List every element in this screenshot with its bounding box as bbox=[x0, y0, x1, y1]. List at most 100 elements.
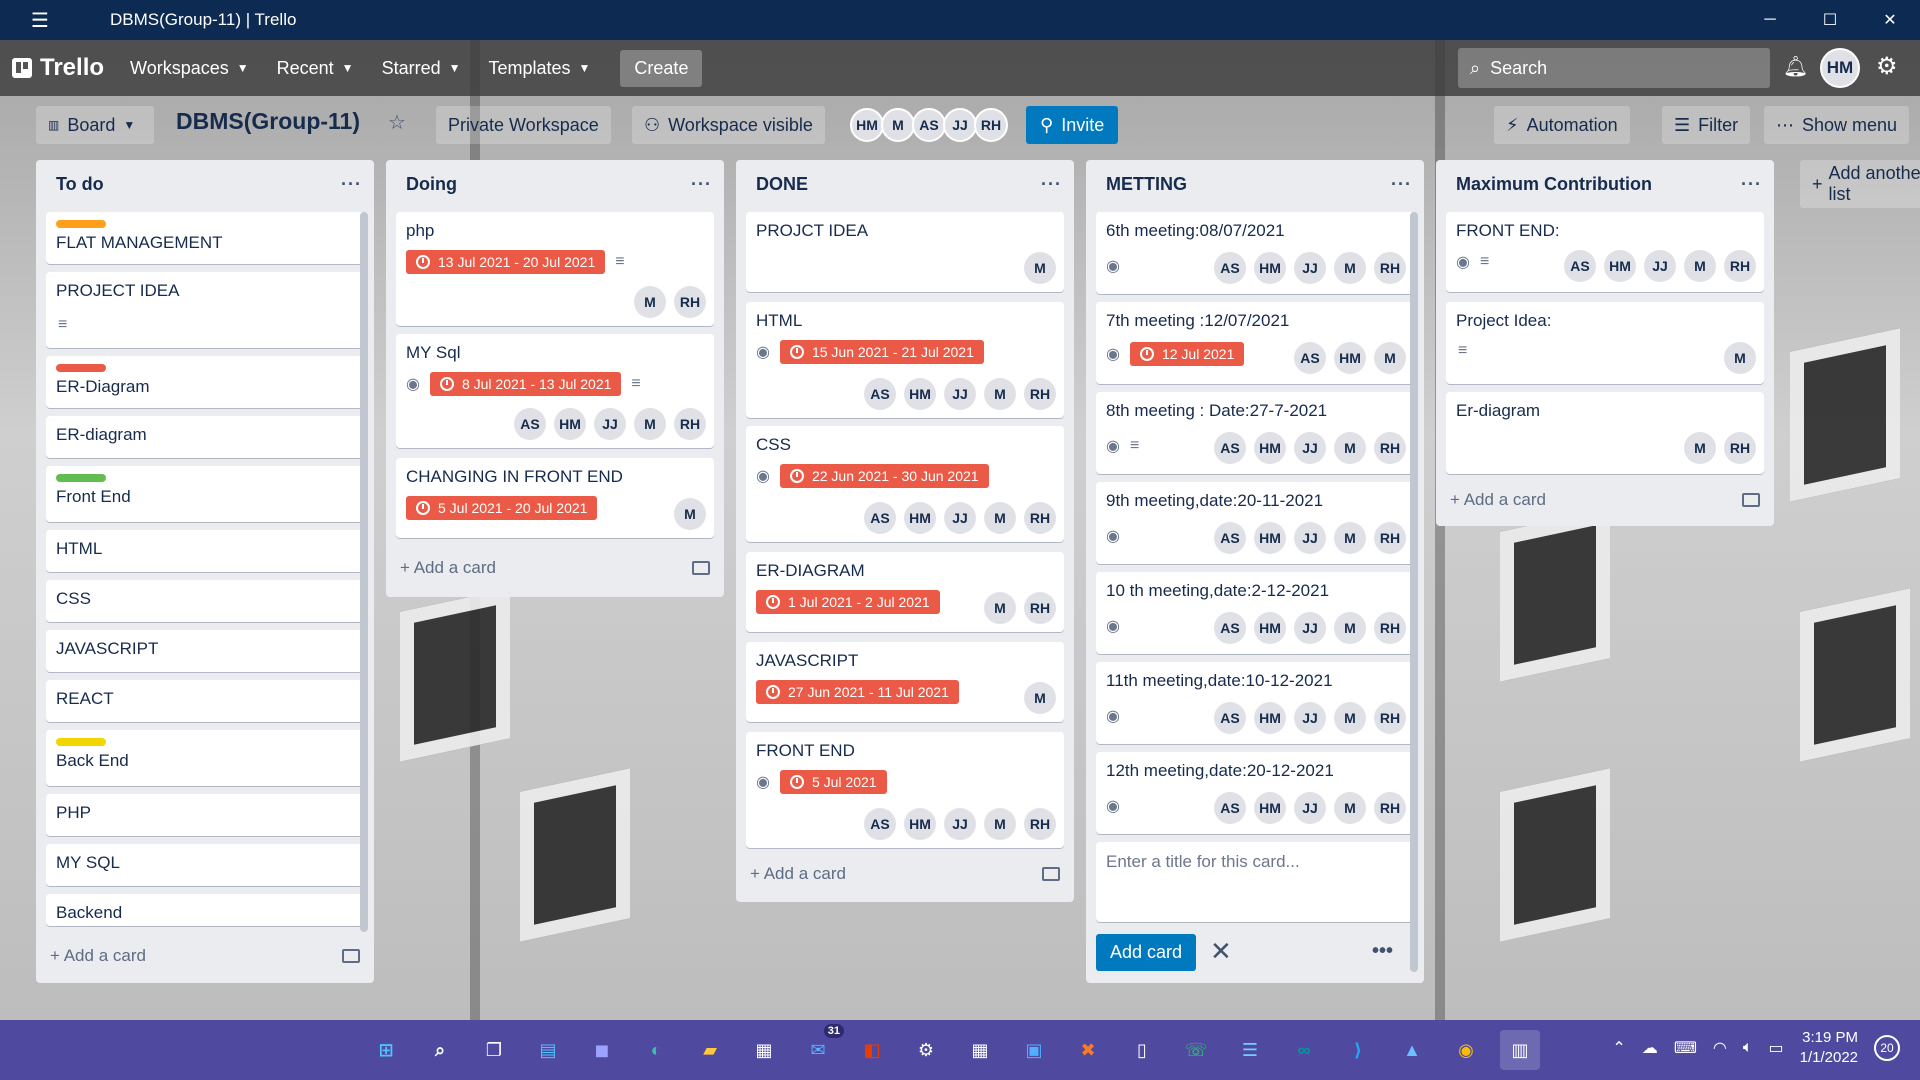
card[interactable]: PHP bbox=[46, 794, 364, 836]
member-avatar[interactable]: JJ bbox=[943, 108, 977, 142]
member-avatar[interactable]: AS bbox=[864, 378, 896, 410]
widgets-icon[interactable]: ▤ bbox=[528, 1030, 568, 1070]
member-avatar[interactable]: M bbox=[1334, 252, 1366, 284]
add-card-button[interactable]: + Add a card bbox=[750, 856, 1060, 892]
member-avatar[interactable]: AS bbox=[864, 808, 896, 840]
card[interactable]: Backend bbox=[46, 894, 364, 926]
chevron-up-icon[interactable]: ⌃ bbox=[1612, 1038, 1625, 1058]
settings-gear-icon[interactable]: ⚙ bbox=[906, 1030, 946, 1070]
card-template-icon[interactable] bbox=[342, 949, 360, 963]
member-avatar[interactable]: JJ bbox=[944, 502, 976, 534]
member-avatar[interactable]: M bbox=[1684, 250, 1716, 282]
document-icon[interactable]: ▯ bbox=[1122, 1030, 1162, 1070]
card[interactable]: HTML bbox=[46, 530, 364, 572]
list-header[interactable]: DONE ··· bbox=[736, 160, 1074, 208]
member-avatar[interactable]: M bbox=[1684, 432, 1716, 464]
board-title[interactable]: DBMS(Group-11) bbox=[176, 108, 360, 135]
member-avatar[interactable]: M bbox=[984, 808, 1016, 840]
nav-recent[interactable]: Recent ▼ bbox=[277, 58, 354, 79]
system-clock[interactable]: 3:19 PM 1/1/2022 bbox=[1800, 1028, 1858, 1068]
edge-browser-icon[interactable]: ◐ bbox=[636, 1030, 676, 1070]
member-avatar[interactable]: RH bbox=[1374, 432, 1406, 464]
member-avatar[interactable]: AS bbox=[1214, 792, 1246, 824]
member-avatar[interactable]: RH bbox=[674, 286, 706, 318]
member-avatar[interactable]: HM bbox=[1254, 702, 1286, 734]
member-avatar[interactable]: RH bbox=[674, 408, 706, 440]
minimize-button[interactable]: ─ bbox=[1740, 0, 1800, 40]
member-avatar[interactable]: RH bbox=[1024, 592, 1056, 624]
member-avatar[interactable]: M bbox=[1334, 522, 1366, 554]
nav-templates[interactable]: Templates ▼ bbox=[488, 58, 590, 79]
list-scrollbar[interactable] bbox=[360, 212, 368, 932]
board-view-switcher[interactable]: ▥ Board ▼ bbox=[36, 106, 154, 144]
member-avatar[interactable]: AS bbox=[1564, 250, 1596, 282]
trello-logo[interactable]: Trello bbox=[12, 54, 104, 82]
image-viewer-icon[interactable]: ▲ bbox=[1392, 1030, 1432, 1070]
card[interactable]: JAVASCRIPT bbox=[46, 630, 364, 672]
member-avatar[interactable]: RH bbox=[1724, 250, 1756, 282]
member-avatar[interactable]: AS bbox=[912, 108, 946, 142]
member-avatar[interactable]: JJ bbox=[1294, 612, 1326, 644]
member-avatar[interactable]: RH bbox=[1374, 702, 1406, 734]
list-header[interactable]: Maximum Contribution ··· bbox=[1436, 160, 1774, 208]
card[interactable]: PROJCT IDEA M bbox=[746, 212, 1064, 292]
member-avatar[interactable]: JJ bbox=[1294, 432, 1326, 464]
start-windows-icon[interactable]: ⊞ bbox=[366, 1030, 406, 1070]
card[interactable]: CHANGING IN FRONT END 5 Jul 2021 - 20 Ju… bbox=[396, 458, 714, 538]
card[interactable]: ER-Diagram bbox=[46, 356, 364, 408]
list-title[interactable]: METTING bbox=[1106, 174, 1187, 195]
card[interactable]: Project Idea: ≡ M bbox=[1446, 302, 1764, 384]
list-header[interactable]: To do ··· bbox=[36, 160, 374, 208]
notepad-icon[interactable]: ☰ bbox=[1230, 1030, 1270, 1070]
notification-count-badge[interactable]: 20 bbox=[1874, 1035, 1900, 1061]
member-avatar[interactable]: JJ bbox=[1294, 792, 1326, 824]
list-scrollbar[interactable] bbox=[1410, 212, 1418, 972]
due-date-badge[interactable]: 22 Jun 2021 - 30 Jun 2021 bbox=[779, 464, 989, 488]
due-date-badge[interactable]: 8 Jul 2021 - 13 Jul 2021 bbox=[429, 372, 622, 396]
card[interactable]: 9th meeting,date:20-11-2021 ◉ AS HM JJ M… bbox=[1096, 482, 1414, 564]
member-avatar[interactable]: M bbox=[1334, 432, 1366, 464]
member-avatar[interactable]: M bbox=[634, 286, 666, 318]
card-label-yellow[interactable] bbox=[56, 738, 106, 746]
card[interactable]: 10 th meeting,date:2-12-2021 ◉ AS HM JJ … bbox=[1096, 572, 1414, 654]
card-label-orange[interactable] bbox=[56, 220, 106, 228]
list-title[interactable]: To do bbox=[56, 174, 104, 195]
volume-icon[interactable]: 🔈︎ bbox=[1743, 1039, 1753, 1057]
list-menu-icon[interactable]: ··· bbox=[691, 174, 712, 195]
card[interactable]: ER-diagram bbox=[46, 416, 364, 458]
member-avatar[interactable]: RH bbox=[1374, 252, 1406, 284]
member-avatar[interactable]: AS bbox=[1214, 522, 1246, 554]
calculator-icon[interactable]: ▦ bbox=[960, 1030, 1000, 1070]
photos-icon[interactable]: ▣ bbox=[1014, 1030, 1054, 1070]
member-avatar[interactable]: AS bbox=[1214, 612, 1246, 644]
member-avatar[interactable]: M bbox=[881, 108, 915, 142]
card-label-red[interactable] bbox=[56, 364, 106, 372]
new-card-title-input[interactable]: Enter a title for this card... bbox=[1096, 842, 1414, 922]
member-avatar[interactable]: RH bbox=[974, 108, 1008, 142]
search-input[interactable]: ⌕ Search bbox=[1458, 48, 1770, 88]
due-date-badge[interactable]: 27 Jun 2021 - 11 Jul 2021 bbox=[756, 680, 959, 704]
member-avatar[interactable]: JJ bbox=[944, 808, 976, 840]
whatsapp-icon[interactable]: ☏ bbox=[1176, 1030, 1216, 1070]
list-title[interactable]: Maximum Contribution bbox=[1456, 174, 1652, 195]
list-header[interactable]: METTING ··· bbox=[1086, 160, 1424, 208]
card-label-green[interactable] bbox=[56, 474, 106, 482]
member-avatar[interactable]: HM bbox=[1334, 342, 1366, 374]
keyboard-icon[interactable]: ⌨ bbox=[1674, 1038, 1697, 1058]
member-avatar[interactable]: HM bbox=[1254, 252, 1286, 284]
card[interactable]: HTML ◉ 15 Jun 2021 - 21 Jul 2021 AS HM J… bbox=[746, 302, 1064, 418]
close-button[interactable]: ✕ bbox=[1860, 0, 1920, 40]
card[interactable]: CSS ◉ 22 Jun 2021 - 30 Jun 2021 AS HM JJ… bbox=[746, 426, 1064, 542]
maximize-button[interactable]: ☐ bbox=[1800, 0, 1860, 40]
list-menu-icon[interactable]: ··· bbox=[1741, 174, 1762, 195]
close-icon[interactable]: ✕ bbox=[1210, 936, 1232, 967]
member-avatar[interactable]: M bbox=[984, 502, 1016, 534]
card[interactable]: CSS bbox=[46, 580, 364, 622]
more-options-icon[interactable]: ••• bbox=[1372, 940, 1393, 963]
member-avatar[interactable]: M bbox=[674, 498, 706, 530]
card[interactable]: JAVASCRIPT 27 Jun 2021 - 11 Jul 2021 M bbox=[746, 642, 1064, 722]
list-menu-icon[interactable]: ··· bbox=[1391, 174, 1412, 195]
list-menu-icon[interactable]: ··· bbox=[1041, 174, 1062, 195]
member-avatar[interactable]: HM bbox=[554, 408, 586, 440]
microsoft-store-icon[interactable]: ▦ bbox=[744, 1030, 784, 1070]
